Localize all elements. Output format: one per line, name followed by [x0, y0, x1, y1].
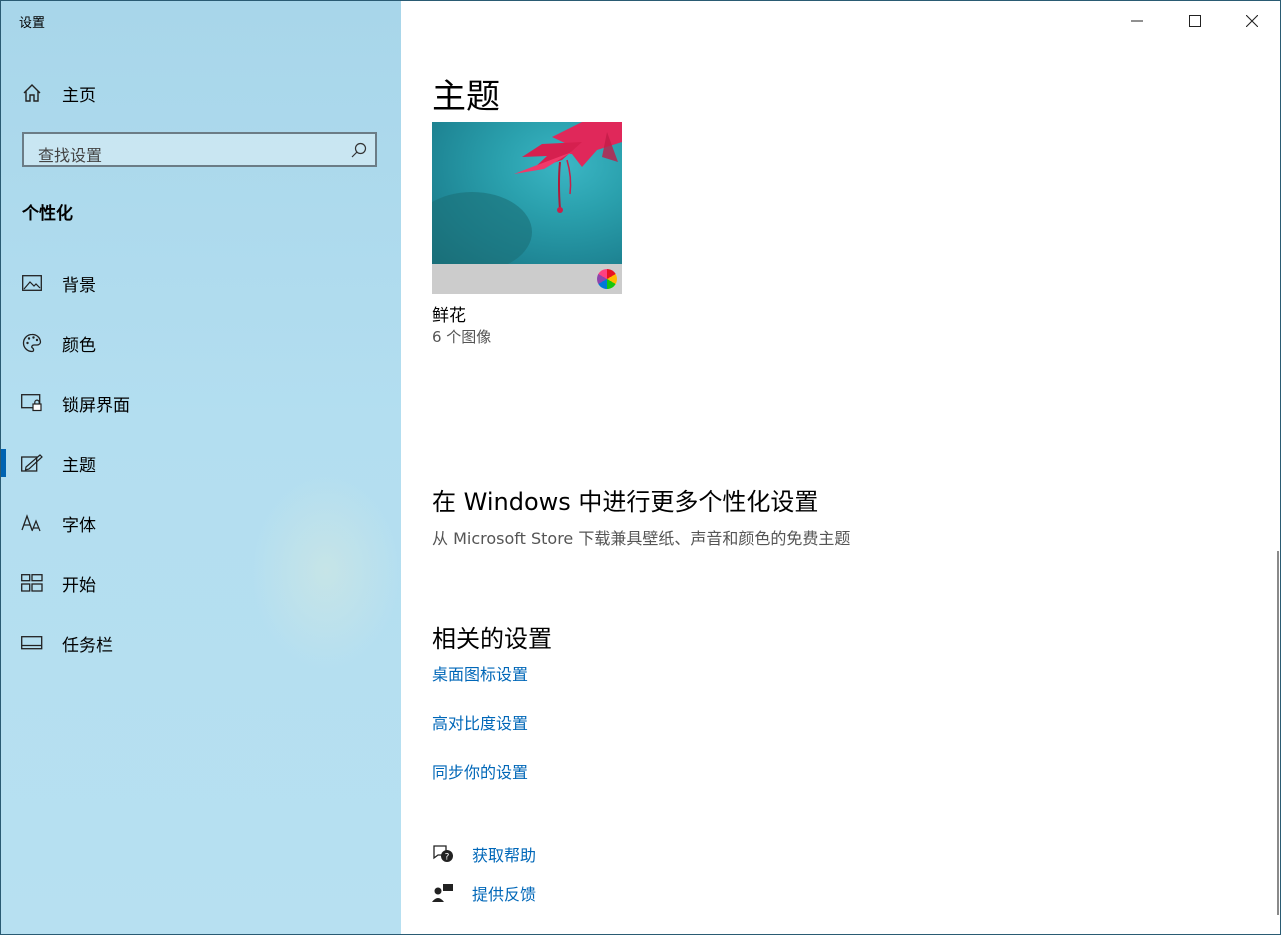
- sidebar-item-themes[interactable]: 主题: [1, 443, 401, 483]
- start-icon: [21, 572, 43, 594]
- minimize-button[interactable]: [1114, 5, 1160, 37]
- theme-card-flowers[interactable]: [432, 122, 622, 294]
- related-settings-title: 相关的设置: [432, 625, 552, 653]
- sidebar-item-label: 任务栏: [62, 635, 113, 656]
- maximize-icon: [1189, 15, 1201, 27]
- theme-name: 鲜花: [432, 306, 466, 326]
- high-contrast-settings-link[interactable]: 高对比度设置: [432, 710, 528, 734]
- sidebar-item-label: 开始: [62, 575, 96, 596]
- theme-icon: [21, 452, 43, 474]
- taskbar-icon: [21, 632, 43, 654]
- svg-text:?: ?: [445, 853, 450, 863]
- help-chat-icon: ?: [432, 843, 454, 865]
- maximize-button[interactable]: [1172, 5, 1218, 37]
- store-themes-link[interactable]: 从 Microsoft Store 下载兼具壁纸、声音和颜色的免费主题: [432, 525, 850, 549]
- sidebar-item-label: 颜色: [62, 335, 96, 356]
- theme-image-count: 6 个图像: [432, 328, 492, 346]
- settings-window: 设置 主页 查找设置 个性化 背景 颜色 锁屏界面 主题 字体 开始 任务栏 主…: [0, 0, 1281, 935]
- sidebar-item-label: 字体: [62, 515, 96, 536]
- lock-screen-icon: [21, 392, 43, 414]
- feedback-link[interactable]: 提供反馈: [432, 880, 536, 906]
- theme-preview-image: [432, 122, 622, 264]
- color-wheel-icon: [597, 269, 617, 289]
- search-icon[interactable]: [351, 142, 367, 158]
- search-input[interactable]: 查找设置: [22, 132, 377, 167]
- more-personalization-title: 在 Windows 中进行更多个性化设置: [432, 488, 819, 516]
- sidebar-item-lock-screen[interactable]: 锁屏界面: [1, 383, 401, 423]
- sidebar-item-fonts[interactable]: 字体: [1, 503, 401, 543]
- sync-settings-link[interactable]: 同步你的设置: [432, 759, 528, 783]
- sidebar-item-label: 背景: [62, 275, 96, 296]
- sidebar-item-taskbar[interactable]: 任务栏: [1, 623, 401, 663]
- sidebar-item-background[interactable]: 背景: [1, 263, 401, 303]
- app-title: 设置: [19, 16, 46, 31]
- main-content: 主题 鲜花 6 个图像 在 Windows 中进行更多个性化设置 从 Micro…: [402, 1, 1280, 934]
- sidebar-item-start[interactable]: 开始: [1, 563, 401, 603]
- sidebar-item-label: 锁屏界面: [62, 395, 130, 416]
- get-help-label: 获取帮助: [472, 846, 537, 865]
- font-icon: [21, 512, 43, 534]
- feedback-icon: [432, 882, 454, 904]
- sidebar-item-home[interactable]: 主页: [1, 73, 401, 113]
- home-icon: [21, 82, 43, 104]
- get-help-link[interactable]: ? 获取帮助: [432, 841, 536, 867]
- sidebar-item-label: 主页: [62, 85, 96, 106]
- sidebar-item-label: 主题: [62, 455, 96, 476]
- minimize-icon: [1131, 20, 1143, 22]
- desktop-icon-settings-link[interactable]: 桌面图标设置: [432, 661, 528, 685]
- close-button[interactable]: [1229, 5, 1275, 37]
- section-label-personalization: 个性化: [22, 204, 73, 224]
- palette-icon: [21, 332, 43, 354]
- picture-icon: [21, 272, 43, 294]
- scrollbar[interactable]: [1277, 551, 1279, 915]
- close-icon: [1246, 15, 1258, 27]
- sidebar-item-colors[interactable]: 颜色: [1, 323, 401, 363]
- feedback-label: 提供反馈: [472, 885, 537, 904]
- search-placeholder: 查找设置: [38, 146, 103, 165]
- sidebar: 设置 主页 查找设置 个性化 背景 颜色 锁屏界面 主题 字体 开始 任务栏: [1, 1, 401, 934]
- page-title: 主题: [432, 77, 500, 117]
- theme-preview-bar: [432, 264, 622, 294]
